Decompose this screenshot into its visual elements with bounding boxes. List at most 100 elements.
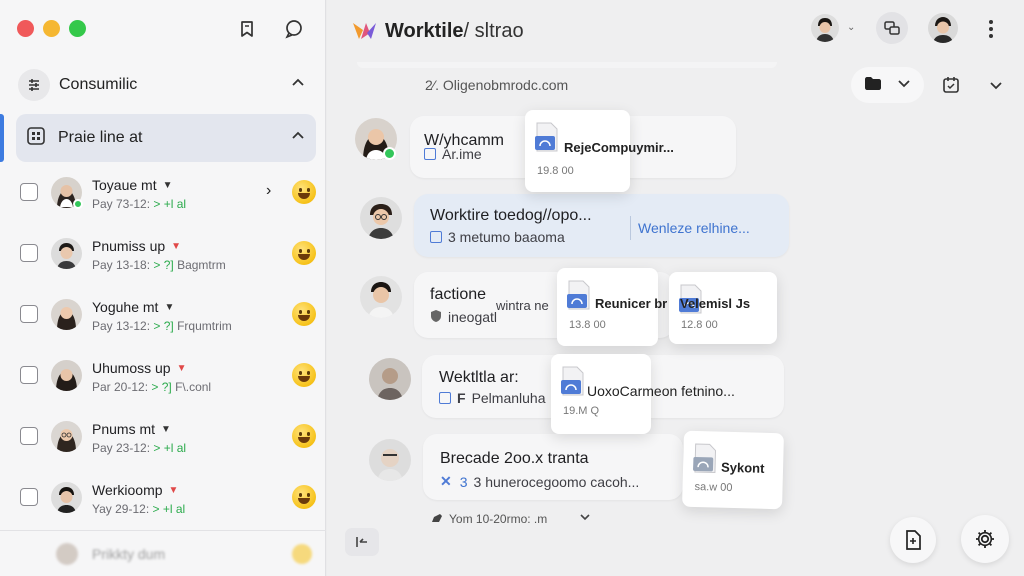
message-bubble[interactable]: Brecade 2oo.x tranta ✕ 3 3 hunerocegoomo c… [423,434,683,500]
bookmark-icon[interactable] [233,15,261,43]
close-window-button[interactable] [17,20,34,37]
chevron-down-icon[interactable] [579,511,591,526]
chevron-right-icon[interactable]: › [266,182,271,200]
document-icon [439,392,451,404]
message-avatar[interactable] [360,276,402,318]
dm-checkbox[interactable] [20,366,38,384]
chat-bubble-icon[interactable] [280,15,308,43]
file-name: Reunicer br [595,296,668,311]
dm-checkbox[interactable] [20,183,38,201]
file-attachment-card[interactable]: Sykont sa.w 00 [682,430,784,510]
caret-down-icon[interactable]: ▼ [169,485,179,496]
online-status-dot [383,147,396,160]
dm-name: Werkioomp [92,482,163,498]
avatar [51,238,82,269]
section-label: Praie line at [58,129,143,146]
message-avatar[interactable] [360,197,402,239]
caret-down-icon[interactable]: ▼ [161,424,171,435]
active-indicator [0,114,4,162]
pen-icon [431,512,443,526]
maximize-window-button[interactable] [69,20,86,37]
sidebar: Consumilic Praie line at Toyaue mt ▼ Pay … [0,0,326,576]
profile-avatar[interactable] [928,13,958,43]
smiley-emoji-icon[interactable] [292,485,316,509]
previous-message-edge [327,62,1024,70]
file-size: sa.w 00 [694,481,733,494]
file-size: 19.8 00 [537,165,574,177]
dm-list-item[interactable]: Uhumoss up ▼ Par 20-12: > ?] F\.conl [0,347,326,403]
smiley-emoji-icon[interactable] [292,424,316,448]
file-name: RejeCompuymir... [564,140,674,155]
smiley-emoji-icon[interactable] [292,302,316,326]
dm-name: Toyaue mt [92,177,157,193]
caret-down-icon[interactable]: ▼ [177,363,187,374]
file-attachment-card[interactable]: Reunicer br 13.8 00 [557,268,667,346]
dm-checkbox[interactable] [20,488,38,506]
collapse-sidebar-button[interactable] [345,528,379,556]
file-name: Sykont [720,459,765,476]
blurred-list-item[interactable]: Prikkty dum [56,540,326,568]
file-size: 12.8 00 [681,319,718,331]
more-vertical-icon[interactable] [987,19,995,44]
message-bubble[interactable]: Worktire toedog//opo... 3 metumo baaoma … [414,194,789,257]
smiley-emoji-icon [292,544,312,564]
screen-share-icon[interactable] [876,12,908,44]
dm-preview: Pay 13-18: > ?] Bagmtrm [92,258,226,272]
dm-name: Yoguhe mt [92,299,159,315]
email-line: 2⁄. Oligenobmrodc.com [425,77,569,93]
message-timestamp: Yom 10-20rmo: .m [449,511,548,526]
dm-name: Uhumoss up [92,360,171,376]
gear-icon [976,530,994,548]
message-avatar[interactable] [369,358,411,400]
header: Worktile/ sltrao ⌄ [327,0,1024,62]
caret-down-icon[interactable]: ▼ [164,302,174,313]
file-attachment-card[interactable]: Velemisl Js 12.8 00 [669,272,777,344]
message-subtitle: 3 metumo baaoma [448,229,565,245]
chevron-up-icon[interactable] [290,128,306,149]
user-avatar[interactable] [811,14,839,42]
file-attachment-card[interactable]: RejeCompuymir... 19.8 00 [525,110,674,192]
folder-icon[interactable] [864,75,882,96]
dm-preview: Pay 13-12: > ?] Frqumtrim [92,319,232,333]
dm-list-item[interactable]: Pnumiss up ▼ Pay 13-18: > ?] Bagmtrm [0,225,326,281]
dm-preview: Pay 23-12: > +l al [92,441,187,455]
chevron-down-icon[interactable]: ⌄ [847,22,855,33]
dm-name: Pnumiss up [92,238,166,254]
smiley-emoji-icon[interactable] [292,241,316,265]
section-consumilic[interactable]: Consumilic [16,62,316,108]
message-subtitle: Pelmanluha [471,390,546,406]
chevron-down-icon[interactable] [981,70,1011,100]
dm-checkbox[interactable] [20,244,38,262]
dm-list-item[interactable]: Yoguhe mt ▼ Pay 13-12: > ?] Frqumtrim [0,286,326,342]
message-meta: Yom 10-20rmo: .m [431,511,591,526]
grid-icon [26,126,46,151]
file-attachment-card[interactable]: UoxoCarmeon fetnino... 19.M Q [551,354,735,434]
calendar-icon[interactable] [936,70,966,100]
caret-down-icon[interactable]: ▼ [163,180,173,191]
smiley-emoji-icon[interactable] [292,180,316,204]
dm-checkbox[interactable] [20,427,38,445]
message-avatar[interactable] [369,439,411,481]
shield-icon [430,309,442,325]
sidebar-divider [0,530,326,531]
file-icon [535,122,558,152]
message-title: Wektltla ar: [439,369,519,386]
dm-preview: Par 20-12: > ?] F\.conl [92,380,212,394]
dm-list-item[interactable]: Pnums mt ▼ Pay 23-12: > +l al [0,408,326,464]
chevron-down-icon[interactable] [897,76,911,95]
message-subtitle: ineogatl [448,309,498,325]
dm-list-item[interactable]: Toyaue mt ▼ Pay 73-12: > +l al › [0,164,326,220]
smiley-emoji-icon[interactable] [292,363,316,387]
online-status-dot [73,199,83,209]
new-document-button[interactable] [890,517,936,563]
minimize-window-button[interactable] [43,20,60,37]
dm-checkbox[interactable] [20,305,38,323]
close-x-icon: ✕ [440,473,452,489]
settings-button[interactable] [961,515,1009,563]
dm-name: Pnums mt [92,421,156,437]
dm-list-item[interactable]: Werkioomp ▼ Yay 29-12: > +l al [0,469,326,525]
message-link[interactable]: Wenleze relhine... [638,220,750,236]
caret-down-icon[interactable]: ▼ [171,241,181,252]
section-praie-line[interactable]: Praie line at [16,114,316,162]
chevron-up-icon[interactable] [290,75,306,96]
